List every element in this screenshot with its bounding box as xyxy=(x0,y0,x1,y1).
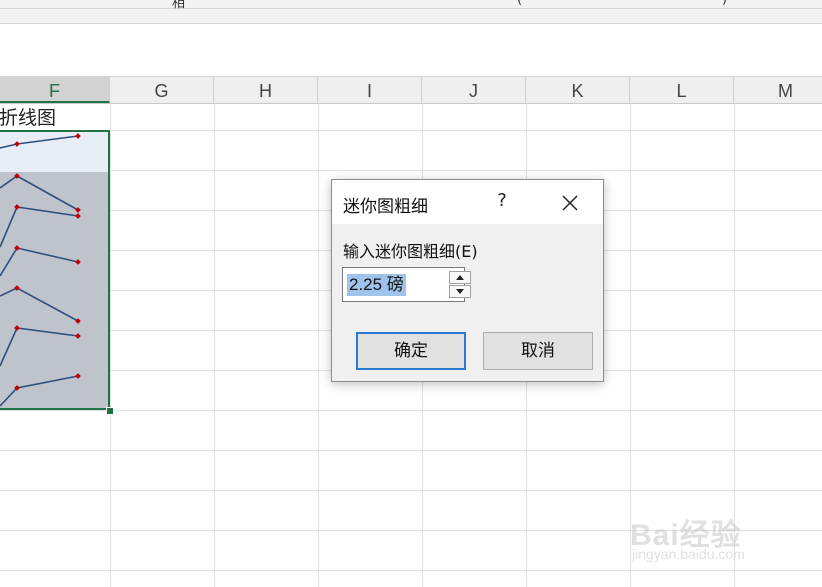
column-header-j[interactable]: J xyxy=(422,77,526,103)
help-button[interactable]: ? xyxy=(492,190,512,214)
baidu-watermark-logo: Bai​经验 jingyan.baidu.com xyxy=(630,519,745,562)
fill-handle[interactable] xyxy=(106,407,114,415)
formula-bar xyxy=(0,9,822,24)
close-icon xyxy=(562,195,578,211)
ribbon-fragment: ) xyxy=(722,0,727,7)
sparkline-marker xyxy=(75,133,81,139)
weight-input-label: 输入迷你图粗细(E) xyxy=(343,242,478,261)
column-header-row: F G H I J K L M xyxy=(0,77,822,104)
sparkline xyxy=(0,327,79,367)
sparkline-marker xyxy=(14,325,20,331)
cell-f-header-text[interactable]: k折线图 xyxy=(0,104,56,130)
sparkline-marker xyxy=(75,213,81,219)
sparkline-marker xyxy=(75,259,81,265)
sparkline xyxy=(0,247,79,277)
column-header-h[interactable]: H xyxy=(214,77,318,103)
sparkline xyxy=(0,135,79,149)
dialog-title: 迷你图粗细 xyxy=(343,197,428,217)
weight-spinbox[interactable]: 2.25 磅 xyxy=(342,267,471,302)
close-button[interactable] xyxy=(556,190,584,216)
sparkline xyxy=(0,287,79,322)
ok-button[interactable]: 确定 xyxy=(356,332,466,370)
ribbon-fragment: ( xyxy=(517,0,522,7)
column-header-g[interactable]: G xyxy=(110,77,214,103)
chevron-down-icon xyxy=(456,289,464,294)
sparkline-group xyxy=(0,133,81,407)
cancel-button[interactable]: 取消 xyxy=(483,332,593,370)
weight-value[interactable]: 2.25 磅 xyxy=(347,274,406,296)
sparkline-marker xyxy=(14,141,20,147)
sparkline xyxy=(0,206,79,248)
sparkline xyxy=(0,375,79,407)
sparkline xyxy=(0,175,79,211)
column-header-l[interactable]: L xyxy=(630,77,734,103)
column-header-f[interactable]: F xyxy=(0,77,110,103)
spin-up-button[interactable] xyxy=(449,271,471,284)
spin-down-button[interactable] xyxy=(449,285,471,298)
sparkline-marker xyxy=(75,373,81,379)
sparkline-marker xyxy=(14,204,20,210)
ribbon-strip: 相 ( ) xyxy=(0,0,822,11)
formula-input[interactable] xyxy=(0,24,822,77)
sparkline-weight-dialog: 迷你图粗细 ? 输入迷你图粗细(E) 2.25 磅 确定 取消 xyxy=(331,179,604,382)
column-header-i[interactable]: I xyxy=(318,77,422,103)
sparkline-marker xyxy=(75,333,81,339)
column-header-m[interactable]: M xyxy=(734,77,822,103)
column-header-k[interactable]: K xyxy=(526,77,630,103)
chevron-up-icon xyxy=(456,275,464,280)
